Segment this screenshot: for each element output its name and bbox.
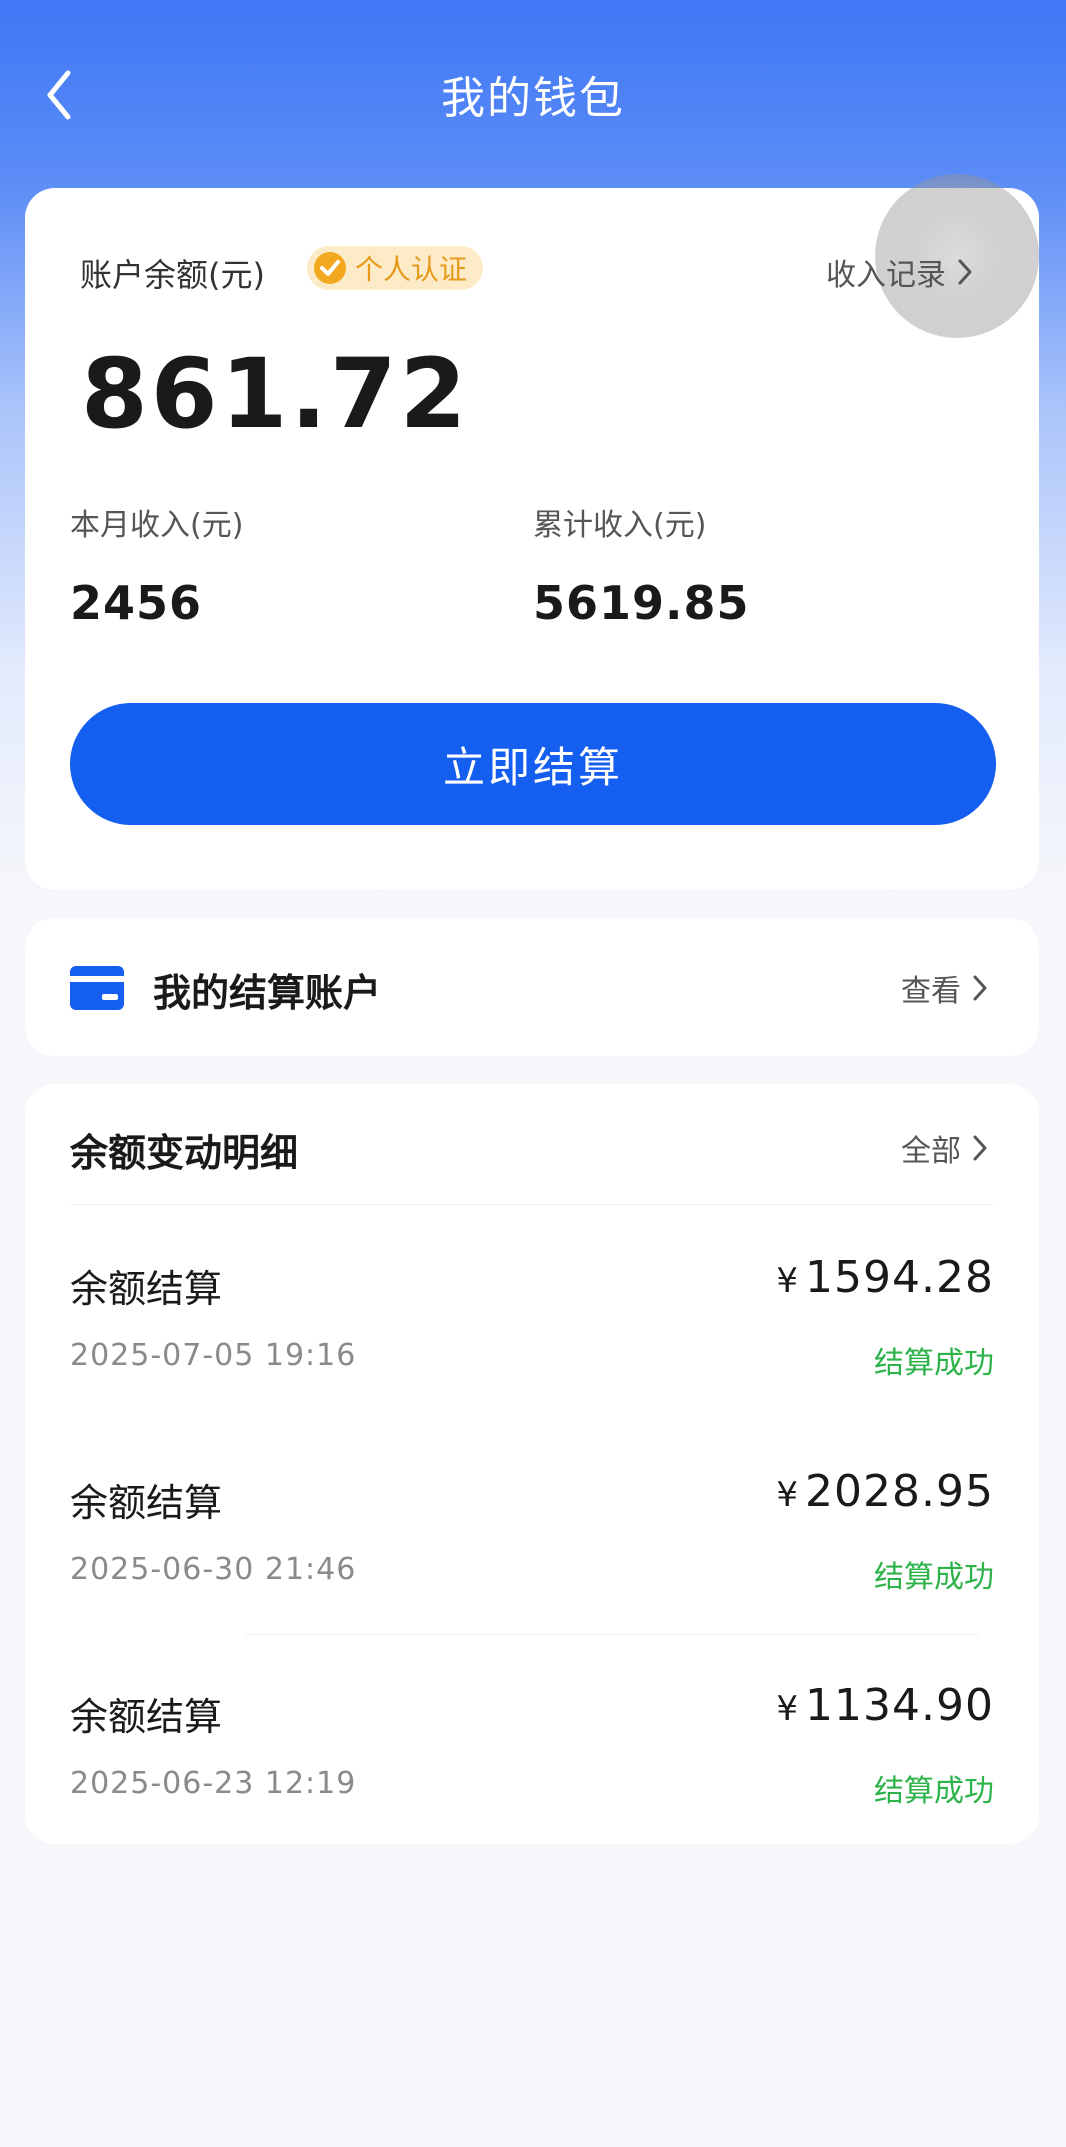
chevron-right-icon: [973, 1135, 987, 1161]
view-all-link[interactable]: 全部: [901, 1126, 989, 1170]
transaction-amount: ¥1594.28: [776, 1252, 994, 1303]
income-record-link[interactable]: 收入记录: [826, 250, 974, 294]
wallet-card-icon: [70, 966, 124, 1010]
chevron-right-icon: [958, 259, 972, 285]
view-all-label: 全部: [901, 1134, 961, 1169]
currency-symbol: ¥: [776, 1475, 800, 1515]
balance-details-title: 余额变动明细: [70, 1131, 299, 1175]
transaction-name: 余额结算: [70, 1481, 223, 1525]
settlement-account-title: 我的结算账户: [153, 971, 382, 1015]
transaction-row[interactable]: 余额结算 2025-07-05 19:16 ¥1594.28 结算成功: [25, 1252, 1039, 1458]
transaction-status: 结算成功: [874, 1346, 994, 1381]
total-income-value: 5619.85: [533, 576, 750, 630]
check-circle-icon: [314, 252, 346, 284]
transaction-status: 结算成功: [874, 1560, 994, 1595]
divider: [70, 1204, 994, 1205]
verification-badge: 个人认证: [307, 246, 484, 290]
total-income-label: 累计收入(元): [533, 508, 707, 543]
transaction-status: 结算成功: [874, 1774, 994, 1809]
view-label: 查看: [901, 974, 961, 1009]
transaction-time: 2025-07-05 19:16: [70, 1338, 357, 1373]
page-title: 我的钱包: [441, 73, 625, 124]
balance-label: 账户余额(元): [80, 256, 265, 294]
monthly-income-value: 2456: [70, 576, 203, 630]
settlement-account-card[interactable]: 我的结算账户 查看: [25, 918, 1039, 1056]
balance-amount: 861.72: [81, 338, 470, 450]
transaction-name: 余额结算: [70, 1267, 223, 1311]
balance-card: 账户余额(元) 个人认证 收入记录 861.72 本月收入(元) 2456 累计…: [25, 174, 1039, 890]
header: 我的钱包: [0, 0, 1066, 190]
transaction-amount-value: 1594.28: [805, 1252, 994, 1303]
chevron-right-icon: [973, 975, 987, 1001]
transaction-amount-value: 2028.95: [805, 1466, 994, 1517]
transaction-row[interactable]: 余额结算 2025-06-30 21:46 ¥2028.95 结算成功: [25, 1466, 1039, 1672]
transaction-row[interactable]: 余额结算 2025-06-23 12:19 ¥1134.90 结算成功: [25, 1680, 1039, 1886]
transaction-time: 2025-06-23 12:19: [70, 1766, 357, 1801]
transaction-time: 2025-06-30 21:46: [70, 1552, 357, 1587]
transaction-amount: ¥2028.95: [776, 1466, 994, 1517]
monthly-income-label: 本月收入(元): [70, 508, 244, 543]
transaction-name: 余额结算: [70, 1695, 223, 1739]
verification-badge-label: 个人认证: [355, 253, 468, 286]
transaction-amount-value: 1134.90: [805, 1680, 994, 1731]
settle-now-button[interactable]: 立即结算: [70, 703, 996, 825]
divider: [245, 1634, 979, 1635]
transaction-amount: ¥1134.90: [776, 1680, 994, 1731]
currency-symbol: ¥: [776, 1689, 800, 1729]
view-account-link[interactable]: 查看: [901, 966, 989, 1010]
income-record-label: 收入记录: [826, 258, 946, 293]
balance-details-card: 余额变动明细 全部 余额结算 2025-07-05 19:16 ¥1594.28…: [25, 1084, 1039, 1844]
currency-symbol: ¥: [776, 1261, 800, 1301]
